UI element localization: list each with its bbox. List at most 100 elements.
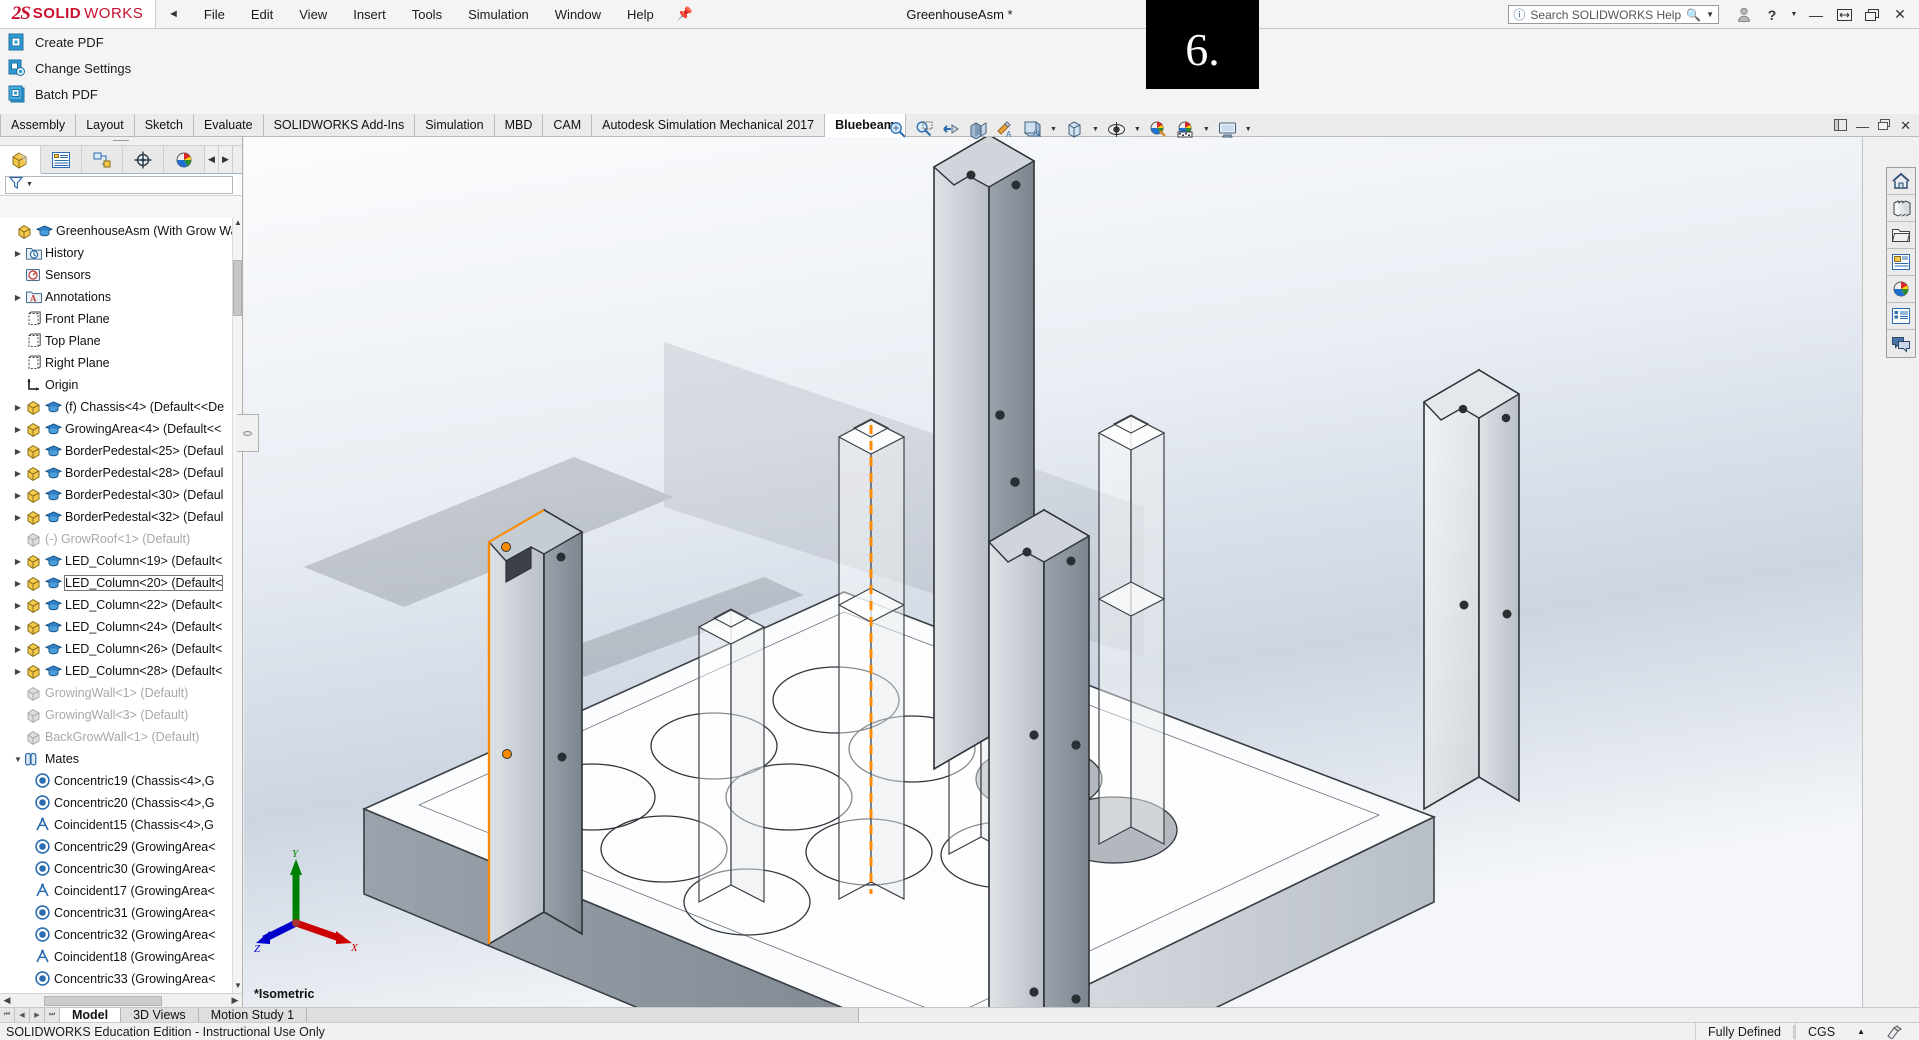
display-style-dropdown-icon[interactable]: ▼ (1089, 126, 1102, 133)
next-icon[interactable]: ▶ (30, 1008, 45, 1022)
tree-item[interactable]: Coincident15 (Chassis<4>,G (0, 814, 242, 836)
ribbon-tab-cam[interactable]: CAM (543, 114, 593, 136)
chevron-right-icon[interactable] (11, 557, 25, 566)
tree-item[interactable]: Concentric29 (GrowingArea< (0, 836, 242, 858)
edit-appearance-icon[interactable] (1146, 117, 1171, 141)
tree-item[interactable]: GrowingArea<4> (Default<< (0, 418, 242, 440)
tree-item[interactable]: Concentric20 (Chassis<4>,G (0, 792, 242, 814)
solidworks-forum-icon[interactable] (1887, 330, 1915, 357)
create-pdf-item[interactable]: Create PDF (0, 29, 1919, 55)
ribbon-tab-layout[interactable]: Layout (76, 114, 135, 136)
units-selector[interactable]: CGS (1794, 1022, 1847, 1040)
tab-configuration-manager[interactable] (82, 146, 123, 173)
tree-item[interactable]: LED_Column<28> (Default< (0, 660, 242, 682)
zoom-to-area-icon[interactable] (912, 117, 937, 141)
menu-item-insert[interactable]: Insert (340, 3, 399, 26)
solidworks-logo-button[interactable]: 2S SOLID WORKS (0, 0, 156, 29)
tree-item[interactable]: Concentric31 (GrowingArea< (0, 902, 242, 924)
minimize-doc-icon[interactable]: — (1856, 119, 1869, 134)
hide-show-items-icon[interactable] (1104, 117, 1129, 141)
tree-item[interactable]: Concentric32 (GrowingArea< (0, 924, 242, 946)
tree-item[interactable]: LED_Column<19> (Default< (0, 550, 242, 572)
file-explorer-icon[interactable] (1887, 222, 1915, 249)
chevron-right-icon[interactable] (11, 667, 25, 676)
section-view-icon[interactable] (966, 117, 991, 141)
tree-item[interactable]: A Annotations (0, 286, 242, 308)
appearances-scenes-decals-icon[interactable] (1887, 276, 1915, 303)
custom-properties-icon[interactable] (1887, 303, 1915, 330)
tree-scroll-down-icon[interactable]: ▼ (233, 981, 243, 993)
change-settings-item[interactable]: Change Settings (0, 55, 1919, 81)
tree-item[interactable]: BorderPedestal<28> (Defaul (0, 462, 242, 484)
close-icon[interactable]: ✕ (1887, 2, 1913, 28)
chevron-up-icon[interactable]: ▲ (1847, 1023, 1875, 1040)
tree-item[interactable]: (f) Chassis<4> (Default<<De (0, 396, 242, 418)
menu-item-tools[interactable]: Tools (399, 3, 455, 26)
chevron-right-icon[interactable] (11, 469, 25, 478)
panel-splitter-handle[interactable] (237, 414, 259, 452)
chevron-right-icon[interactable] (11, 249, 25, 258)
first-icon[interactable]: ⏮ (0, 1008, 15, 1022)
magnifier-icon[interactable]: 🔍 (1686, 8, 1701, 22)
chevron-right-icon[interactable] (11, 403, 25, 412)
view-settings-dropdown-icon[interactable]: ▼ (1242, 126, 1255, 133)
menu-item-edit[interactable]: Edit (238, 3, 286, 26)
panel-collapse-handle[interactable] (0, 137, 242, 146)
tree-item[interactable]: BackGrowWall<1> (Default) (0, 726, 242, 748)
tree-item[interactable]: LED_Column<22> (Default< (0, 594, 242, 616)
tab-feature-manager-design-tree[interactable] (0, 146, 41, 174)
tree-hscroll-track[interactable] (14, 994, 228, 1007)
zoom-to-fit-icon[interactable] (885, 117, 910, 141)
tree-item[interactable]: Coincident18 (GrowingArea< (0, 946, 242, 968)
batch-pdf-item[interactable]: Batch PDF (0, 81, 1919, 107)
chevron-down-icon[interactable] (11, 755, 25, 764)
tree-item[interactable]: GrowingWall<1> (Default) (0, 682, 242, 704)
ribbon-tab-mbd[interactable]: MBD (494, 114, 544, 136)
cascade-window-icon[interactable] (1859, 2, 1885, 28)
tab-model[interactable]: Model (60, 1008, 122, 1022)
chevron-right-icon[interactable] (11, 601, 25, 610)
tree-item[interactable]: (-) GrowRoof<1> (Default) (0, 528, 242, 550)
tree-item[interactable]: BorderPedestal<25> (Defaul (0, 440, 242, 462)
ribbon-tab-simulation[interactable]: Simulation (415, 114, 495, 136)
restore-doc-icon[interactable] (1878, 118, 1891, 134)
menu-item-simulation[interactable]: Simulation (455, 3, 542, 26)
view-orientation-icon[interactable] (1020, 117, 1045, 141)
tree-item[interactable]: Front Plane (0, 308, 242, 330)
tree-item[interactable]: BorderPedestal<30> (Defaul (0, 484, 242, 506)
tab-motion-study-1[interactable]: Motion Study 1 (198, 1008, 308, 1022)
tree-scroll-left-icon[interactable]: ◀ (0, 995, 14, 1006)
ribbon-tab-sketch[interactable]: Sketch (134, 114, 194, 136)
restore-pane-icon[interactable] (1834, 118, 1848, 134)
view-settings-display-icon[interactable] (1215, 117, 1240, 141)
feature-tree[interactable]: GreenhouseAsm (With Grow Wa History Sensor… (0, 218, 242, 993)
chevron-right-icon[interactable] (11, 293, 25, 302)
menu-item-window[interactable]: Window (542, 3, 614, 26)
tree-horizontal-scrollbar[interactable]: ◀ ▶ (0, 993, 242, 1007)
previous-icon[interactable]: ◀ (15, 1008, 30, 1022)
tree-item[interactable]: Concentric33 (GrowingArea< (0, 968, 242, 990)
last-icon[interactable]: ⏭ (45, 1008, 60, 1022)
tree-item[interactable]: LED_Column<24> (Default< (0, 616, 242, 638)
ribbon-tab-evaluate[interactable]: Evaluate (193, 114, 264, 136)
tree-item[interactable]: Coincident17 (GrowingArea< (0, 880, 242, 902)
apply-scene-dropdown-icon[interactable]: ▼ (1200, 126, 1213, 133)
help-icon[interactable]: ? (1759, 2, 1785, 28)
filter-dropdown-icon[interactable]: ▼ (26, 181, 33, 188)
view-palette-icon[interactable] (1887, 249, 1915, 276)
tab-display-manager[interactable] (164, 146, 205, 173)
chevron-right-icon[interactable] (11, 491, 25, 500)
tree-item[interactable]: History (0, 242, 242, 264)
manager-tabs-scroll-left-icon[interactable]: ◀ (205, 146, 219, 173)
tree-item[interactable]: Concentric30 (GrowingArea< (0, 858, 242, 880)
view-orientation-dropdown-icon[interactable]: ▼ (1047, 126, 1060, 133)
tab-dimxpert-manager[interactable] (123, 146, 164, 173)
tree-item[interactable]: LED_Column<26> (Default< (0, 638, 242, 660)
help-search-box[interactable]: ⓘ Search SOLIDWORKS Help 🔍 ▼ (1508, 5, 1719, 24)
menu-item-help[interactable]: Help (614, 3, 667, 26)
close-doc-icon[interactable]: ✕ (1900, 118, 1911, 134)
tree-scroll-right-icon[interactable]: ▶ (228, 995, 242, 1006)
design-library-icon[interactable] (1887, 195, 1915, 222)
tree-item[interactable]: Right Plane (0, 352, 242, 374)
tree-vertical-scrollbar[interactable]: ▲ ▼ (232, 218, 242, 993)
